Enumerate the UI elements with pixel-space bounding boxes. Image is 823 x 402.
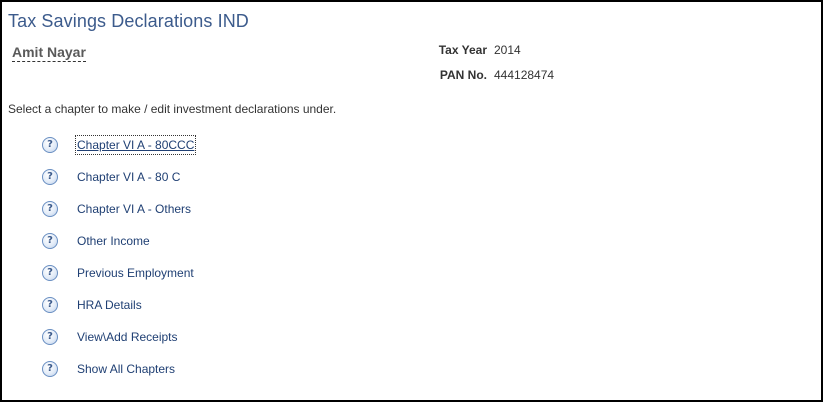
help-icon[interactable]: ?: [42, 201, 58, 217]
help-icon[interactable]: ?: [42, 329, 58, 345]
help-icon[interactable]: ?: [42, 361, 58, 377]
chapter-link-others[interactable]: Chapter VI A - Others: [76, 200, 192, 218]
chapter-link-previous-employment[interactable]: Previous Employment: [76, 264, 195, 282]
pan-label: PAN No.: [439, 68, 487, 82]
chapter-link-other-income[interactable]: Other Income: [76, 232, 151, 250]
chapter-link-view-add-receipts[interactable]: View\Add Receipts: [76, 328, 179, 346]
chapter-link-80ccc[interactable]: Chapter VI A - 80CCC: [74, 135, 197, 155]
pan-label-cell: PAN No.: [397, 68, 487, 84]
instruction-text: Select a chapter to make / edit investme…: [8, 102, 337, 116]
tax-year-label-cell: Tax Year: [397, 43, 487, 59]
chapter-item-show-all: ? Show All Chapters: [42, 360, 195, 392]
chapter-item-previous-employment: ? Previous Employment: [42, 264, 195, 296]
tax-year-value: 2014: [494, 43, 521, 57]
page-title: Tax Savings Declarations IND: [8, 11, 249, 31]
chapter-link-show-all[interactable]: Show All Chapters: [76, 360, 176, 378]
help-icon[interactable]: ?: [42, 297, 58, 313]
chapter-item-80c: ? Chapter VI A - 80 C: [42, 168, 195, 200]
chapter-link-hra-details[interactable]: HRA Details: [76, 296, 143, 314]
pan-value-cell: 444128474: [494, 68, 614, 84]
help-icon[interactable]: ?: [42, 137, 58, 153]
pan-value: 444128474: [494, 68, 555, 82]
tax-year-label: Tax Year: [438, 43, 487, 57]
page-frame: Tax Savings Declarations IND Amit Nayar …: [0, 0, 823, 402]
help-icon[interactable]: ?: [42, 265, 58, 281]
chapter-item-view-add-receipts: ? View\Add Receipts: [42, 328, 195, 360]
chapter-item-other-income: ? Other Income: [42, 232, 195, 264]
help-icon[interactable]: ?: [42, 169, 58, 185]
tax-year-value-cell: 2014: [494, 43, 614, 59]
employee-name[interactable]: Amit Nayar: [12, 44, 86, 62]
chapter-link-80c[interactable]: Chapter VI A - 80 C: [76, 168, 181, 186]
chapter-item-hra-details: ? HRA Details: [42, 296, 195, 328]
chapter-item-others: ? Chapter VI A - Others: [42, 200, 195, 232]
chapter-list: ? Chapter VI A - 80CCC ? Chapter VI A - …: [42, 135, 197, 392]
chapter-item-80ccc: ? Chapter VI A - 80CCC: [42, 135, 197, 168]
help-icon[interactable]: ?: [42, 233, 58, 249]
